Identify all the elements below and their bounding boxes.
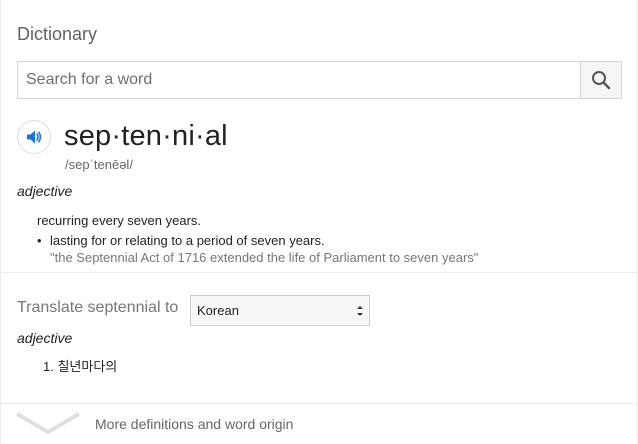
sub-definition: lasting for or relating to a period of s… — [50, 233, 325, 248]
definition: recurring every seven years. — [37, 213, 202, 228]
more-definitions-label: More definitions and word origin — [95, 416, 294, 432]
panel-title: Dictionary — [17, 24, 98, 44]
more-definitions-link[interactable]: More definitions and word origin — [1, 404, 638, 444]
headword: sep·ten·ni·al — [64, 120, 228, 152]
speaker-icon — [27, 130, 42, 144]
sub-definition-item: • lasting for or relating to a period of… — [37, 233, 617, 265]
language-select[interactable]: Korean — [190, 295, 370, 326]
pronunciation-button[interactable] — [17, 120, 51, 154]
phonetic-spelling: /sepˈtenēəl/ — [65, 157, 133, 172]
usage-example: "the Septennial Act of 1716 extended the… — [50, 250, 479, 265]
search-button[interactable] — [580, 62, 621, 98]
part-of-speech: adjective — [17, 183, 73, 199]
dictionary-panel: Dictionary sep·ten·ni·al /sepˈtenēəl/ ad… — [0, 0, 638, 444]
translation-item: 1. 칠년마다의 — [43, 359, 118, 374]
divider — [1, 272, 638, 273]
translation-part-of-speech: adjective — [17, 330, 73, 346]
select-arrows-icon — [357, 306, 363, 316]
search-box — [17, 61, 622, 99]
chevron-down-icon — [15, 412, 81, 434]
search-icon — [592, 71, 611, 90]
search-input[interactable] — [18, 62, 580, 98]
translate-label: Translate septennial to — [17, 299, 179, 316]
selected-language: Korean — [197, 303, 239, 318]
bullet-icon: • — [37, 233, 42, 248]
